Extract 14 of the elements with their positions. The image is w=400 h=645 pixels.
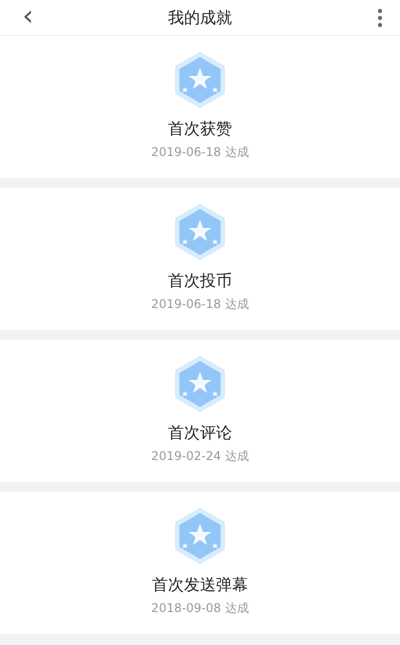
star-badge-icon	[173, 507, 227, 565]
achieved-date: 2018-09-08 达成	[151, 600, 249, 616]
achieved-date: 2019-06-18 达成	[151, 296, 249, 312]
back-button[interactable]: ‹	[16, 2, 40, 30]
page-title: 我的成就	[168, 6, 232, 28]
achievement-name: 首次获赞	[168, 119, 232, 139]
star-badge-icon	[173, 51, 227, 109]
achieved-date: 2019-06-18 达成	[151, 144, 249, 160]
star-badge-icon	[173, 355, 227, 413]
star-badge-icon	[173, 203, 227, 261]
achievement-name: 首次投币	[168, 271, 232, 291]
achievement-name: 首次发送弹幕	[152, 575, 248, 595]
achievement-name: 首次评论	[168, 423, 232, 443]
achieved-date: 2019-02-24 达成	[151, 448, 249, 464]
